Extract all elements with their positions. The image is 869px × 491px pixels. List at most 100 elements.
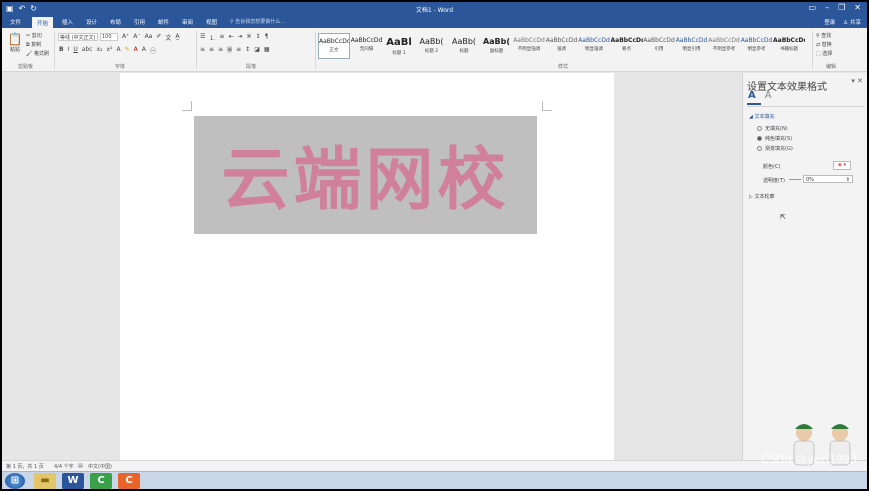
tab-home[interactable]: 开始 bbox=[32, 17, 54, 28]
font-size-select[interactable]: 100 bbox=[100, 33, 118, 41]
justify-icon[interactable]: ≡ bbox=[227, 46, 233, 53]
cut-button[interactable]: ✂ 剪切 bbox=[26, 32, 42, 39]
pane-options-icon[interactable]: ▾ bbox=[851, 77, 855, 85]
tab-layout[interactable]: 布局 bbox=[110, 18, 121, 26]
subscript-icon[interactable]: x₂ bbox=[97, 46, 103, 55]
replace-button[interactable]: ⇄ 替换 bbox=[816, 41, 832, 48]
text-effects-tab-icon[interactable]: A bbox=[765, 90, 772, 101]
copy-button[interactable]: ⧉ 复制 bbox=[26, 41, 41, 48]
paste-button[interactable]: 📋 粘贴 bbox=[7, 32, 23, 53]
wordart-textbox[interactable]: 云端网校 bbox=[194, 116, 537, 234]
close-icon[interactable]: ✕ bbox=[854, 3, 861, 12]
chinese-layout-icon[interactable]: ※ bbox=[247, 33, 252, 42]
tab-mailings[interactable]: 邮件 bbox=[158, 18, 169, 26]
align-right-icon[interactable]: ≡ bbox=[218, 46, 223, 53]
gradient-fill-option[interactable]: 渐变填充(G) bbox=[757, 145, 793, 152]
login-link[interactable]: 登录 bbox=[824, 18, 835, 26]
radio-button bbox=[757, 126, 762, 131]
style-item[interactable]: AaBbCcDd 明显强调 bbox=[578, 33, 610, 59]
select-button[interactable]: ⬚ 选择 bbox=[816, 50, 832, 57]
font-name-select[interactable]: 等线 (中文正文) bbox=[58, 33, 98, 41]
style-item[interactable]: AaBbCcDd 明显参考 bbox=[741, 33, 773, 59]
phonetic-icon[interactable]: 文 bbox=[165, 33, 171, 42]
borders-icon[interactable]: ▦ bbox=[264, 46, 270, 53]
format-painter-button[interactable]: 🖌 格式刷 bbox=[26, 50, 49, 57]
style-item[interactable]: AaBb(副标题 bbox=[481, 33, 513, 59]
camtasia-recorder-taskbar-button[interactable]: C bbox=[90, 473, 112, 489]
underline-icon[interactable]: U bbox=[73, 46, 77, 55]
bold-icon[interactable]: B bbox=[59, 46, 64, 55]
tab-file[interactable]: 文件 bbox=[10, 18, 21, 26]
highlight-icon[interactable]: ✎ bbox=[125, 46, 130, 55]
tab-design[interactable]: 设计 bbox=[86, 18, 97, 26]
border-char-icon[interactable]: A̲ bbox=[175, 33, 179, 42]
tab-view[interactable]: 视图 bbox=[206, 18, 217, 26]
align-center-icon[interactable]: ≡ bbox=[209, 46, 214, 53]
font-color-icon[interactable]: A bbox=[134, 46, 138, 55]
sort-icon[interactable]: ↕ bbox=[256, 33, 261, 42]
start-button[interactable]: ⊞ bbox=[5, 473, 25, 489]
restore-icon[interactable]: ❐ bbox=[838, 3, 845, 12]
camtasia-studio-taskbar-button[interactable]: C bbox=[118, 473, 140, 489]
ribbon-display-icon[interactable]: ▭ bbox=[809, 3, 817, 12]
style-item[interactable]: AaBl 标题 1 bbox=[383, 33, 415, 59]
fill-color-button[interactable]: ◈ ▾ bbox=[833, 161, 851, 170]
proofing-icon[interactable]: ▤ bbox=[78, 463, 83, 469]
word-taskbar-button[interactable]: W bbox=[62, 473, 84, 489]
page-count[interactable]: 第 1 页，共 1 页 bbox=[6, 463, 44, 470]
show-marks-icon[interactable]: ¶ bbox=[265, 33, 269, 42]
superscript-icon[interactable]: x² bbox=[107, 46, 113, 55]
text-fill-outline-icon[interactable]: A bbox=[748, 90, 756, 101]
shading-icon[interactable]: ◪ bbox=[254, 46, 260, 53]
tab-review[interactable]: 审阅 bbox=[182, 18, 193, 26]
find-button[interactable]: ⚲ 查找 bbox=[816, 32, 831, 39]
italic-icon[interactable]: I bbox=[68, 46, 70, 55]
style-item[interactable]: AaBb(标题 2 bbox=[416, 33, 448, 59]
transparency-input[interactable]: 0% ⇕ bbox=[803, 175, 853, 183]
style-item[interactable]: AaBbCcDd 明显引用 bbox=[676, 33, 708, 59]
text-effects-icon[interactable]: A bbox=[117, 46, 121, 55]
word-count[interactable]: 4/4 个字 bbox=[54, 463, 74, 470]
solid-fill-option[interactable]: 纯色填充(S) bbox=[757, 135, 792, 142]
wordart-text[interactable]: 云端网校 bbox=[194, 124, 537, 223]
style-item[interactable]: AaBbCcDd 强调 bbox=[546, 33, 578, 59]
increase-indent-icon[interactable]: ⇥ bbox=[237, 33, 242, 42]
explorer-taskbar-button[interactable]: ▬ bbox=[34, 473, 56, 489]
spinner-icon[interactable]: ⇕ bbox=[846, 177, 850, 183]
document-page[interactable]: 云端网校 bbox=[120, 73, 614, 460]
tab-references[interactable]: 引用 bbox=[134, 18, 145, 26]
style-preview: AaBbCcDd bbox=[740, 37, 773, 44]
change-case-icon[interactable]: Aa bbox=[145, 33, 153, 42]
style-item[interactable]: AaBb(标题 bbox=[448, 33, 480, 59]
distributed-icon[interactable]: ≡ bbox=[236, 46, 241, 53]
strikethrough-icon[interactable]: abc bbox=[82, 46, 93, 55]
shrink-font-icon[interactable]: A⁻ bbox=[133, 33, 140, 42]
char-shading-icon[interactable]: A bbox=[142, 46, 146, 55]
style-item[interactable]: AaBbCcDd 要点 bbox=[611, 33, 643, 59]
multilevel-list-icon[interactable]: ≡ bbox=[219, 33, 224, 42]
text-fill-section[interactable]: ◢ 文本填充 bbox=[749, 113, 774, 120]
tell-me-box[interactable]: ⚲ 告诉我您想要做什么... bbox=[230, 18, 285, 25]
grow-font-icon[interactable]: A⁺ bbox=[122, 33, 129, 42]
language-indicator[interactable]: 中文(中国) bbox=[88, 463, 112, 470]
numbering-icon[interactable]: ⒈ bbox=[209, 33, 215, 42]
style-item[interactable]: AaBbCcDd 不明显强调 bbox=[513, 33, 545, 59]
align-left-icon[interactable]: ≡ bbox=[200, 46, 205, 53]
style-item[interactable]: AaBbCcDd 正文 bbox=[318, 33, 350, 59]
close-icon[interactable]: ✕ bbox=[857, 77, 863, 85]
style-item[interactable]: AaBbCcDd 引用 bbox=[643, 33, 675, 59]
clear-format-icon[interactable]: ✐ bbox=[156, 33, 161, 42]
style-item[interactable]: AaBbCcDd 不明显参考 bbox=[708, 33, 740, 59]
enclose-char-icon[interactable]: ㊀ bbox=[150, 46, 156, 55]
share-button[interactable]: ♙ 共享 bbox=[843, 18, 861, 26]
style-item[interactable]: AaBbCcDd 无间隔 bbox=[351, 33, 383, 59]
minimize-icon[interactable]: – bbox=[825, 3, 829, 12]
line-spacing-icon[interactable]: ↕ bbox=[245, 46, 250, 53]
text-outline-section[interactable]: ▷ 文本轮廓 bbox=[749, 193, 774, 200]
bullets-icon[interactable]: ☰ bbox=[200, 33, 205, 42]
no-fill-option[interactable]: 无填充(N) bbox=[757, 125, 788, 132]
transparency-slider[interactable] bbox=[789, 179, 801, 180]
decrease-indent-icon[interactable]: ⇤ bbox=[228, 33, 233, 42]
style-item[interactable]: AaBbCcDd 书籍标题 bbox=[773, 33, 805, 59]
tab-insert[interactable]: 插入 bbox=[62, 18, 73, 26]
